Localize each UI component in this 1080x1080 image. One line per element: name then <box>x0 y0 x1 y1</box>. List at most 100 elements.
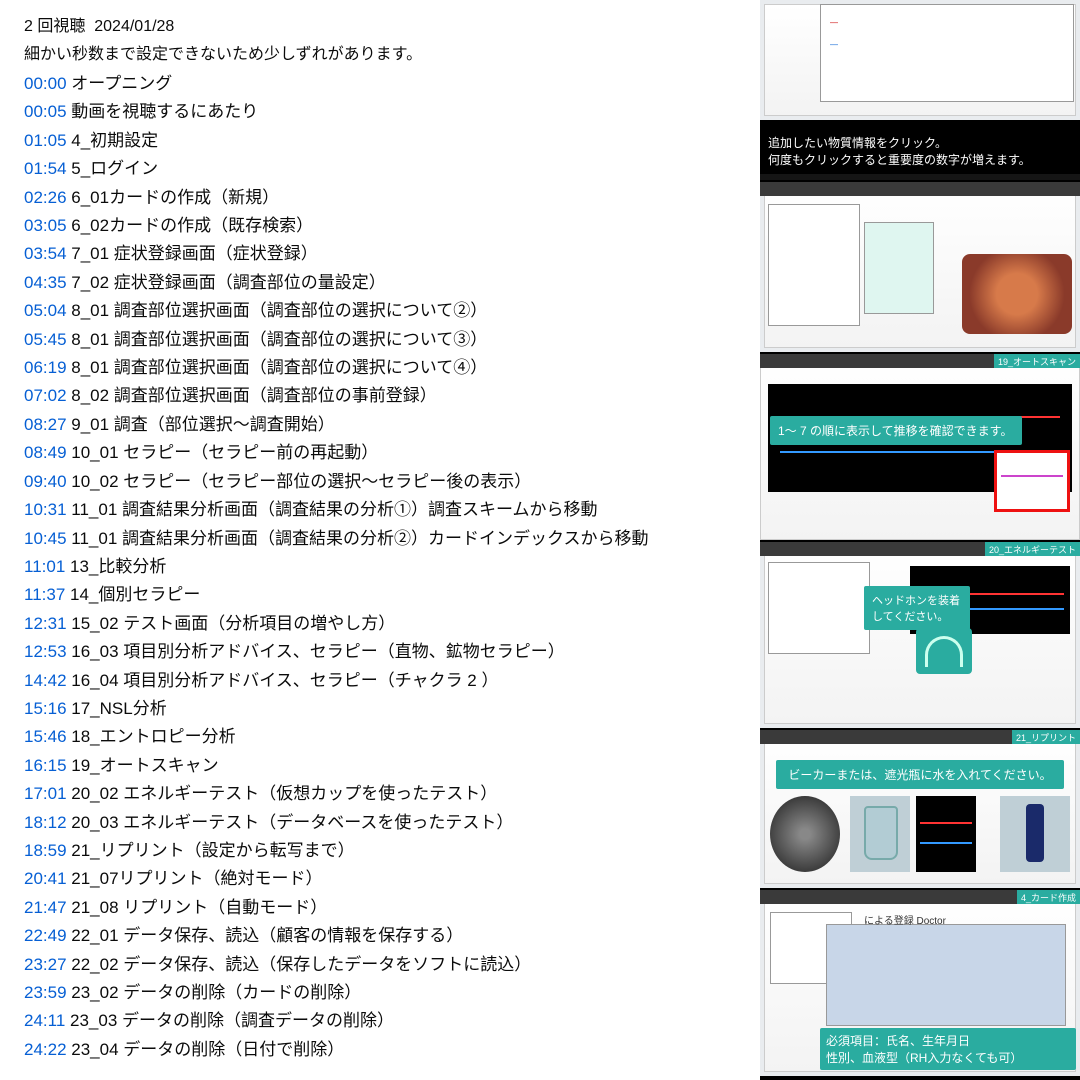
chapter-label: 11_01 調査結果分析画面（調査結果の分析②）カードインデックスから移動 <box>67 529 649 548</box>
chapter-label: 23_02 データの削除（カードの削除） <box>67 983 362 1002</box>
chapter-label: 6_01カードの作成（新規） <box>67 188 280 207</box>
timestamp-link[interactable]: 03:05 <box>24 216 67 235</box>
chapter-label: 10_02 セラピー（セラピー部位の選択～セラピー後の表示） <box>67 472 532 491</box>
timestamp-link[interactable]: 20:41 <box>24 869 67 888</box>
chapter-label: 4_初期設定 <box>67 131 159 150</box>
chapter-label: 19_オートスキャン <box>67 756 219 775</box>
caption-line-1: 追加したい物質情報をクリック。 <box>768 134 1080 151</box>
timestamp-link[interactable]: 10:31 <box>24 500 67 519</box>
video-meta: 2 回視聴 2024/01/28 <box>24 12 754 36</box>
timestamp-link[interactable]: 15:16 <box>24 699 67 718</box>
overlay-tag: ビーカーまたは、遮光瓶に水を入れてください。 <box>776 760 1064 789</box>
thumbnail-2 <box>760 182 1080 352</box>
chapter-label: 13_比較分析 <box>65 557 166 576</box>
chapter-label: 7_02 症状登録画面（調査部位の量設定） <box>67 273 386 292</box>
timestamp-link[interactable]: 02:26 <box>24 188 67 207</box>
chapter-row: 16:15 19_オートスキャン <box>24 752 754 780</box>
overlay-tag: 1～ 7 の順に表示して推移を確認できます。 <box>770 416 1022 445</box>
timestamp-link[interactable]: 11:37 <box>24 585 65 604</box>
caption-line-2: 何度もクリックすると重要度の数字が増えます。 <box>768 151 1080 168</box>
timestamp-link[interactable]: 01:54 <box>24 159 67 178</box>
timestamp-link[interactable]: 24:22 <box>24 1040 67 1059</box>
overlay-tag: 必須項目：氏名、生年月日 性別、血液型（RH入力なくても可） <box>820 1028 1076 1070</box>
chapter-label: 14_個別セラピー <box>65 585 200 604</box>
chapter-row: 23:27 22_02 データ保存、読込（保存したデータをソフトに読込） <box>24 951 754 979</box>
chapter-label: 7_01 症状登録画面（症状登録） <box>67 244 318 263</box>
timestamp-link[interactable]: 05:45 <box>24 330 67 349</box>
timestamp-link[interactable]: 05:04 <box>24 301 67 320</box>
chapter-row: 14:42 16_04 項目別分析アドバイス、セラピー（チャクラ 2 ） <box>24 667 754 695</box>
timestamp-link[interactable]: 10:45 <box>24 529 67 548</box>
timestamp-link[interactable]: 00:05 <box>24 102 67 121</box>
chapter-row: 22:49 22_01 データ保存、読込（顧客の情報を保存する） <box>24 922 754 950</box>
chapter-row: 11:01 13_比較分析 <box>24 553 754 581</box>
timestamp-link[interactable]: 00:00 <box>24 74 67 93</box>
timestamp-link[interactable]: 08:27 <box>24 415 67 434</box>
chapter-label: 8_01 調査部位選択画面（調査部位の選択について④） <box>67 358 488 377</box>
chapter-label: 18_エントロピー分析 <box>67 727 236 746</box>
timestamp-link[interactable]: 09:40 <box>24 472 67 491</box>
thumbnail-1-caption: 追加したい物質情報をクリック。 何度もクリックすると重要度の数字が増えます。 <box>760 122 1080 180</box>
chapter-label: 8_01 調査部位選択画面（調査部位の選択について③） <box>67 330 488 349</box>
thumbnail-0: — — <box>760 0 1080 120</box>
chapter-label: 20_03 エネルギーテスト（データベースを使ったテスト） <box>67 813 514 832</box>
timestamp-link[interactable]: 03:54 <box>24 244 67 263</box>
zoom-box-icon <box>994 450 1070 512</box>
chapter-row: 23:59 23_02 データの削除（カードの削除） <box>24 979 754 1007</box>
chapter-row: 21:47 21_08 リプリント（自動モード） <box>24 894 754 922</box>
thumbnail-3: 19_オートスキャン 1～ 7 の順に表示して推移を確認できます。 <box>760 354 1080 540</box>
thumbnail-4: 20_エネルギーテスト ヘッドホンを装着してください。 <box>760 542 1080 728</box>
timestamp-link[interactable]: 18:59 <box>24 841 67 860</box>
chapter-label: 16_04 項目別分析アドバイス、セラピー（チャクラ 2 ） <box>67 671 499 690</box>
chapter-label: 21_リプリント（設定から転写まで） <box>67 841 355 860</box>
chapter-list: 00:00 オープニング00:05 動画を視聴するにあたり01:05 4_初期設… <box>24 70 754 1064</box>
upload-date: 2024/01/28 <box>94 18 174 35</box>
timestamp-link[interactable]: 14:42 <box>24 671 67 690</box>
timestamp-link[interactable]: 16:15 <box>24 756 67 775</box>
chapter-label: 15_02 テスト画面（分析項目の増やし方） <box>67 614 396 633</box>
thumbnail-6: 4_カード作成 による登録 Doctor 必須項目：氏名、生年月日 性別、血液型… <box>760 890 1080 1076</box>
chapter-row: 20:41 21_07リプリント（絶対モード） <box>24 865 754 893</box>
chapter-row: 00:05 動画を視聴するにあたり <box>24 98 754 126</box>
chapter-row: 01:54 5_ログイン <box>24 155 754 183</box>
player-controls-icon <box>760 174 1080 180</box>
chapter-row: 03:05 6_02カードの作成（既存検索） <box>24 212 754 240</box>
timestamp-link[interactable]: 21:47 <box>24 898 67 917</box>
chapter-label: オープニング <box>67 74 173 93</box>
overlay-tag: ヘッドホンを装着してください。 <box>864 586 970 630</box>
chapter-row: 00:00 オープニング <box>24 70 754 98</box>
timestamp-link[interactable]: 12:53 <box>24 642 67 661</box>
chapter-row: 06:19 8_01 調査部位選択画面（調査部位の選択について④） <box>24 354 754 382</box>
chapter-label: 11_01 調査結果分析画面（調査結果の分析①）調査スキームから移動 <box>67 500 598 519</box>
chapter-label: 20_02 エネルギーテスト（仮想カップを使ったテスト） <box>67 784 498 803</box>
chapter-row: 10:31 11_01 調査結果分析画面（調査結果の分析①）調査スキームから移動 <box>24 496 754 524</box>
timestamp-link[interactable]: 24:11 <box>24 1011 65 1030</box>
thumbnail-stack: — — 追加したい物質情報をクリック。 何度もクリックすると重要度の数字が増えま… <box>760 0 1080 1080</box>
timestamp-link[interactable]: 06:19 <box>24 358 67 377</box>
chapter-label: 16_03 項目別分析アドバイス、セラピー（直物、鉱物セラピー） <box>67 642 565 661</box>
chapter-row: 02:26 6_01カードの作成（新規） <box>24 184 754 212</box>
description-text: 細かい秒数まで設定できないため少しずれがあります。 <box>24 40 754 64</box>
chapter-label: 21_07リプリント（絶対モード） <box>67 869 323 888</box>
timestamp-link[interactable]: 23:27 <box>24 955 67 974</box>
timestamp-link[interactable]: 22:49 <box>24 926 67 945</box>
chapter-row: 24:11 23_03 データの削除（調査データの削除） <box>24 1007 754 1035</box>
timestamp-link[interactable]: 12:31 <box>24 614 67 633</box>
timestamp-link[interactable]: 11:01 <box>24 557 65 576</box>
timestamp-link[interactable]: 17:01 <box>24 784 67 803</box>
chapter-label: 動画を視聴するにあたり <box>67 102 259 121</box>
chapter-label: 22_01 データ保存、読込（顧客の情報を保存する） <box>67 926 464 945</box>
timestamp-link[interactable]: 01:05 <box>24 131 67 150</box>
timestamp-link[interactable]: 04:35 <box>24 273 67 292</box>
timestamp-link[interactable]: 07:02 <box>24 386 67 405</box>
chapter-label: 9_01 調査（部位選択～調査開始） <box>67 415 335 434</box>
chapter-row: 08:49 10_01 セラピー（セラピー前の再起動） <box>24 439 754 467</box>
timestamp-link[interactable]: 23:59 <box>24 983 67 1002</box>
timestamp-link[interactable]: 18:12 <box>24 813 67 832</box>
chapter-label: 17_NSL分析 <box>67 699 167 718</box>
chapter-label: 21_08 リプリント（自動モード） <box>67 898 328 917</box>
timestamp-link[interactable]: 08:49 <box>24 443 67 462</box>
thumbnail-5: 21_リプリント ビーカーまたは、遮光瓶に水を入れてください。 <box>760 730 1080 888</box>
timestamp-link[interactable]: 15:46 <box>24 727 67 746</box>
chapter-row: 10:45 11_01 調査結果分析画面（調査結果の分析②）カードインデックスか… <box>24 525 754 553</box>
